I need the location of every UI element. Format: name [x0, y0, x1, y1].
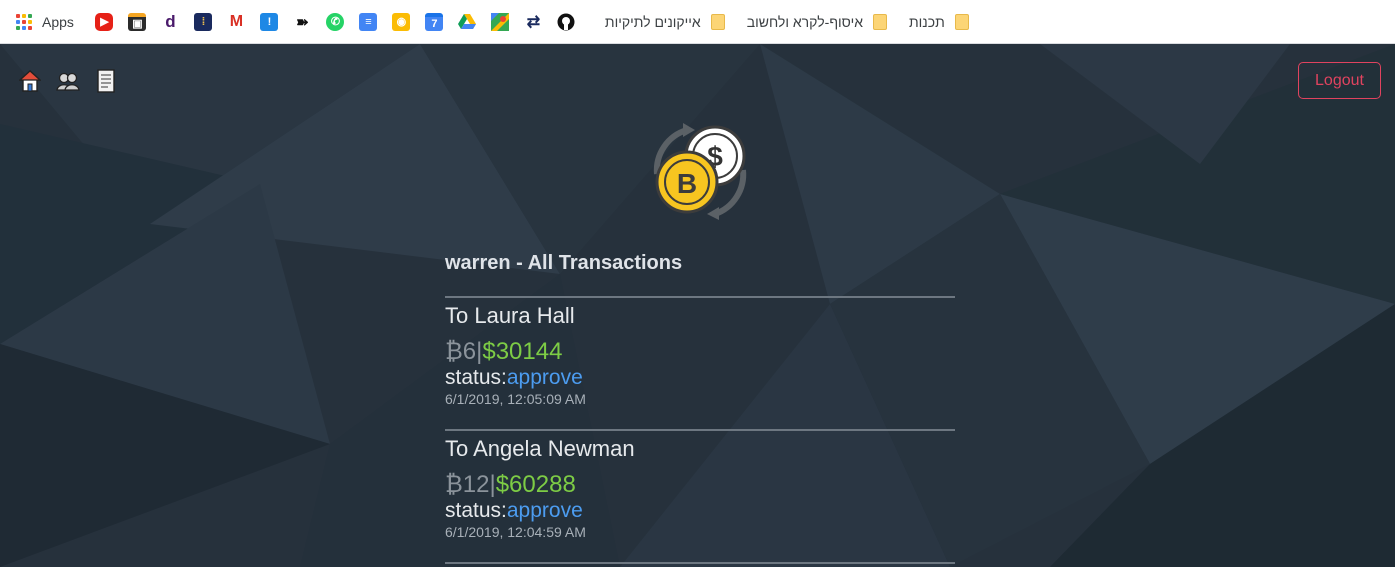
status-value: approve [506, 366, 583, 389]
transaction-recipient: To Angela Newman [445, 436, 635, 461]
status-value: approve [506, 499, 583, 522]
bookmark-folder[interactable]: אייקונים לתיקיות [604, 13, 725, 30]
bookmark-folder[interactable]: איסוף-לקרא ולחשוב [746, 13, 887, 30]
folder-icon [873, 13, 887, 30]
usd-amount: $30144 [482, 338, 563, 365]
folder-label: אייקונים לתיקיות [604, 13, 701, 30]
shopping-bag-icon[interactable]: ▣ [128, 12, 147, 31]
transaction-amount: ₿12|$60288 [445, 471, 955, 498]
d-app-icon[interactable]: d [161, 12, 179, 31]
folder-label: איסוף-לקרא ולחשוב [746, 13, 863, 30]
status-label: status: [445, 499, 507, 522]
transactions-panel: warren - All Transactions To Laura Hall … [445, 250, 955, 567]
youtube-icon[interactable]: ▶ [95, 12, 114, 31]
bookmarks-bar: Apps ▶ ▣ d ⁞ M ! ➽ ✆ ≡ ◉ 7 ⇄ אייקונים לת… [0, 0, 1395, 44]
btc-amount: ₿6 [445, 338, 477, 365]
apps-grid-icon [16, 13, 32, 30]
transaction-divider [445, 562, 955, 567]
transaction-status: status:approve [445, 498, 955, 524]
transaction-timestamp: 6/1/2019, 12:04:59 AM [445, 524, 586, 540]
bookmark-apps[interactable]: Apps [16, 13, 74, 30]
gmail-icon[interactable]: M [227, 13, 245, 31]
folder-icon [710, 13, 725, 30]
logout-button[interactable]: Logout [1298, 62, 1381, 99]
nav-icons [18, 68, 132, 94]
folder-icon [954, 13, 969, 30]
folder-label: תכנות [909, 13, 945, 30]
transaction-item: To Laura Hall ₿6|$30144 status:approve 6… [445, 296, 955, 429]
currency-exchange-logo: $ B [653, 123, 747, 220]
exclamation-app-icon[interactable]: ! [260, 12, 279, 31]
transaction-amount: ₿6|$30144 [445, 338, 955, 365]
ledger-icon[interactable] [94, 68, 118, 94]
svg-text:B: B [677, 168, 697, 199]
google-maps-icon[interactable] [491, 12, 510, 31]
page-title: warren - All Transactions [445, 252, 683, 274]
transaction-recipient: To Laura Hall [445, 303, 575, 328]
transaction-item: To Angela Newman ₿12|$60288 status:appro… [445, 429, 955, 562]
transaction-status: status:approve [445, 365, 955, 391]
israel-rail-icon[interactable]: ⇄ [524, 13, 542, 31]
home-icon[interactable] [18, 68, 42, 94]
status-label: status: [445, 366, 507, 389]
transaction-timestamp: 6/1/2019, 12:05:09 AM [445, 391, 586, 407]
google-docs-icon[interactable]: ≡ [359, 12, 378, 31]
github-icon[interactable] [557, 13, 575, 31]
google-drive-icon[interactable] [458, 13, 477, 31]
btc-amount: ₿12 [445, 471, 490, 498]
google-keep-icon[interactable]: ◉ [392, 12, 411, 31]
users-icon[interactable] [56, 68, 80, 94]
bookmark-app-icon[interactable]: ⁞ [194, 12, 213, 31]
page-body: Logout $ B warren - All Transactions To … [0, 44, 1395, 567]
google-calendar-icon[interactable]: 7 [425, 12, 444, 31]
bookmark-folder[interactable]: תכנות [909, 13, 969, 30]
apps-label: Apps [42, 13, 74, 30]
moovit-icon[interactable]: ➽ [293, 13, 311, 31]
usd-amount: $60288 [495, 471, 576, 498]
transaction-list: To Laura Hall ₿6|$30144 status:approve 6… [445, 296, 955, 567]
whatsapp-icon[interactable]: ✆ [326, 12, 345, 31]
